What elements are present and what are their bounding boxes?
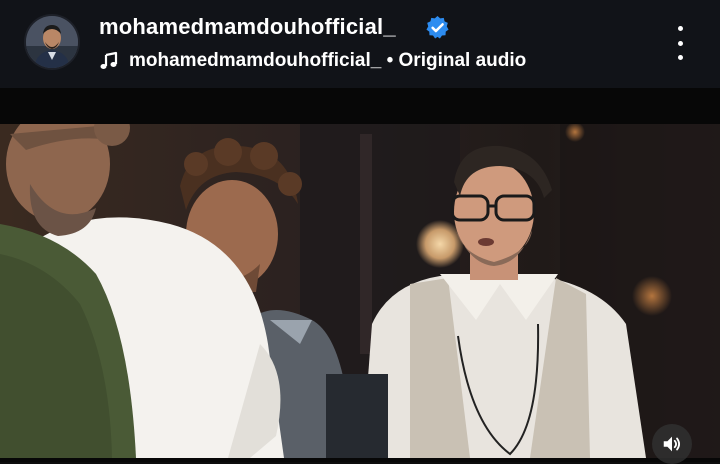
video-letterbox-top — [0, 88, 720, 124]
post-header: mohamedmamdouhofficial_ mohamedmamdouhof… — [0, 0, 720, 88]
volume-button[interactable] — [652, 424, 692, 464]
music-note-icon — [100, 51, 118, 69]
volume-on-icon — [663, 436, 681, 452]
verified-badge-icon — [426, 16, 449, 39]
avatar-image — [26, 16, 78, 68]
profile-avatar[interactable] — [26, 16, 78, 68]
more-options-button[interactable] — [668, 26, 692, 60]
video-frame — [0, 124, 720, 458]
audio-attribution[interactable]: mohamedmamdouhofficial_ • Original audio — [99, 48, 526, 74]
audio-label: mohamedmamdouhofficial_ • Original audio — [129, 50, 527, 71]
video-player[interactable] — [0, 124, 720, 458]
video-letterbox-bottom — [0, 458, 720, 462]
more-vertical-icon-dot — [677, 55, 683, 60]
more-vertical-icon-dot — [677, 26, 683, 31]
username[interactable]: mohamedmamdouhofficial_ — [99, 14, 396, 40]
more-vertical-icon-dot — [677, 40, 683, 46]
